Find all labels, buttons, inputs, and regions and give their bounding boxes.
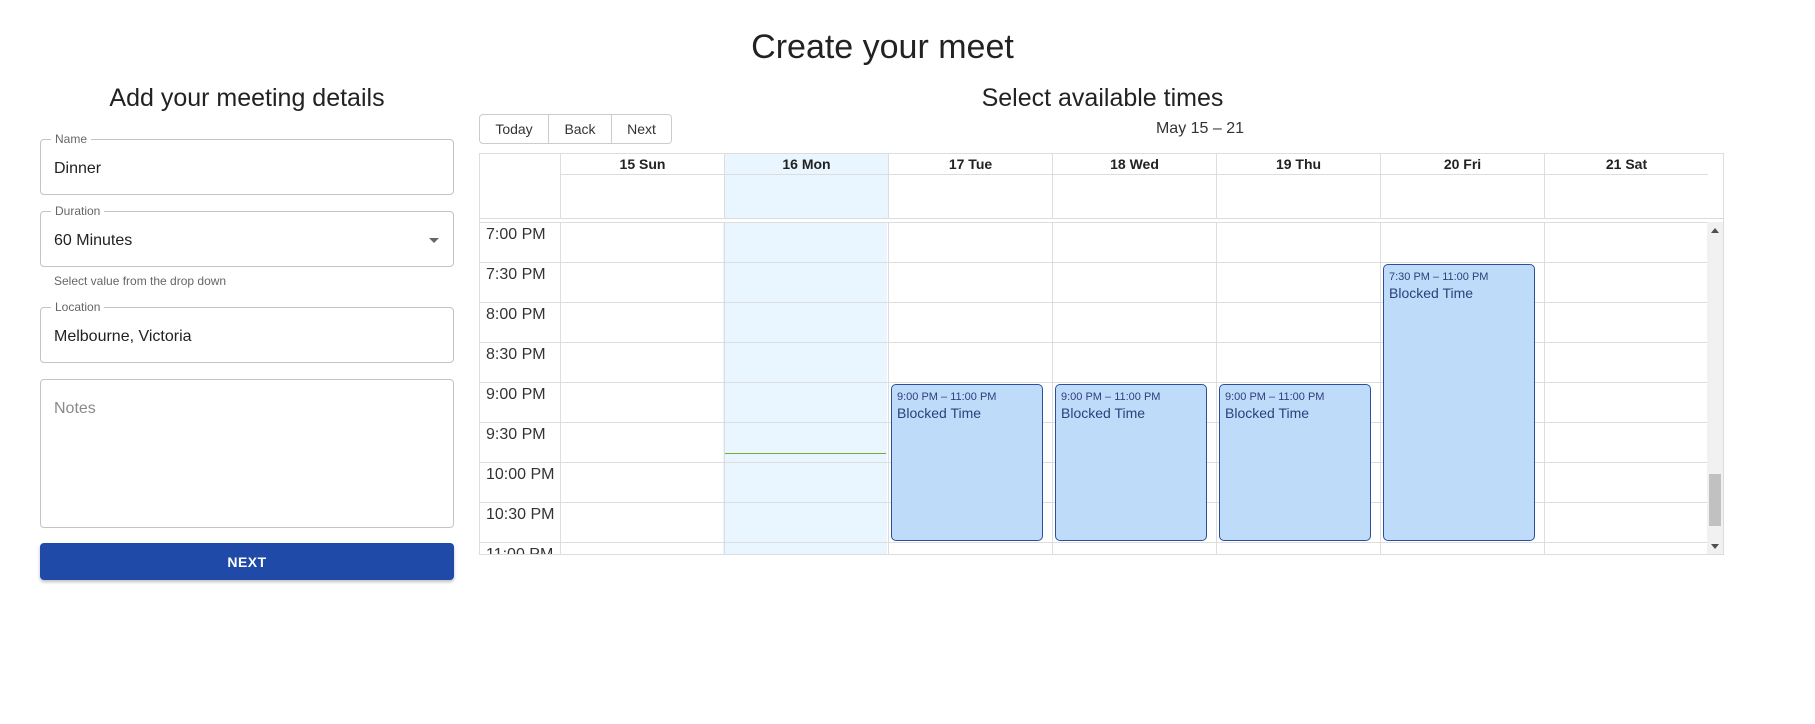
day-column-divider: [724, 222, 725, 554]
day-column-divider: [560, 222, 561, 554]
calendar-header: 15 Sun 16 Mon 17 Tue 18 Wed 19 Thu 20 Fri 21 S…: [480, 154, 1723, 219]
day-header-label: 20 Fri: [1381, 154, 1544, 175]
event-time: 7:30 PM – 11:00 PM: [1389, 271, 1489, 283]
today-button[interactable]: Today: [479, 114, 549, 144]
name-field[interactable]: Name Dinner: [40, 132, 454, 195]
day-column-divider: [1380, 222, 1381, 554]
duration-value[interactable]: 60 Minutes: [54, 232, 132, 250]
time-slot-line: [480, 542, 1707, 543]
today-column: [723, 222, 887, 554]
duration-label: Duration: [51, 204, 105, 218]
notes-placeholder: Notes: [54, 400, 96, 417]
scroll-thumb[interactable]: [1709, 474, 1721, 526]
day-header-0[interactable]: 15 Sun: [560, 154, 724, 218]
day-header-label: 21 Sat: [1545, 154, 1708, 175]
day-header-3[interactable]: 18 Wed: [1052, 154, 1216, 218]
current-time-indicator: [724, 453, 886, 454]
scroll-down-icon[interactable]: [1711, 544, 1719, 549]
blocked-time-event[interactable]: 7:30 PM – 11:00 PM Blocked Time: [1383, 264, 1535, 541]
time-label: 7:00 PM: [486, 226, 546, 243]
event-title: Blocked Time: [1061, 405, 1146, 421]
calendar-toolbar: Today Back Next: [479, 114, 672, 144]
event-time: 9:00 PM – 11:00 PM: [897, 391, 997, 403]
time-slot-line: [480, 222, 1707, 223]
location-value[interactable]: Melbourne, Victoria: [54, 328, 192, 346]
blocked-time-event[interactable]: 9:00 PM – 11:00 PM Blocked Time: [1219, 384, 1371, 541]
time-label: 9:30 PM: [486, 426, 546, 443]
day-header-label: 15 Sun: [561, 154, 724, 175]
day-column-divider: [888, 222, 889, 554]
location-field[interactable]: Location Melbourne, Victoria: [40, 300, 454, 363]
dropdown-arrow-icon[interactable]: [429, 238, 439, 243]
duration-select[interactable]: Duration 60 Minutes: [40, 204, 454, 267]
event-time: 9:00 PM – 11:00 PM: [1225, 391, 1325, 403]
day-header-label: 18 Wed: [1053, 154, 1216, 175]
time-label: 8:30 PM: [486, 346, 546, 363]
day-header-2[interactable]: 17 Tue: [888, 154, 1052, 218]
day-header-1[interactable]: 16 Mon: [724, 154, 888, 218]
event-time: 9:00 PM – 11:00 PM: [1061, 391, 1161, 403]
page-title: Create your meet: [751, 28, 1014, 66]
date-range-label: May 15 – 21: [1155, 120, 1245, 137]
time-label: 7:30 PM: [486, 266, 546, 283]
calendar-scrollbar[interactable]: [1707, 222, 1723, 554]
time-label: 10:30 PM: [486, 506, 555, 523]
day-header-label: 16 Mon: [725, 154, 888, 175]
day-column-divider: [1544, 222, 1545, 554]
blocked-time-event[interactable]: 9:00 PM – 11:00 PM Blocked Time: [1055, 384, 1207, 541]
week-calendar: 15 Sun 16 Mon 17 Tue 18 Wed 19 Thu 20 Fri 21 S…: [479, 153, 1724, 555]
time-label: 10:00 PM: [486, 466, 555, 483]
event-title: Blocked Time: [1225, 405, 1310, 421]
time-slot-line: [480, 262, 1707, 263]
next-button[interactable]: NEXT: [40, 543, 454, 580]
day-header-4[interactable]: 19 Thu: [1216, 154, 1380, 218]
location-label: Location: [51, 300, 105, 314]
calendar-body[interactable]: 7:00 PM 7:30 PM 8:00 PM 8:30 PM 9:00 PM 9:30 …: [480, 222, 1723, 555]
day-header-label: 17 Tue: [889, 154, 1052, 175]
time-label: 11:00 PM: [486, 546, 554, 555]
blocked-time-event[interactable]: 9:00 PM – 11:00 PM Blocked Time: [891, 384, 1043, 541]
next-week-button[interactable]: Next: [612, 114, 672, 144]
day-column-divider: [1216, 222, 1217, 554]
name-value[interactable]: Dinner: [54, 160, 101, 178]
name-label: Name: [51, 132, 92, 146]
time-label: 9:00 PM: [486, 386, 546, 403]
day-header-label: 19 Thu: [1217, 154, 1380, 175]
notes-field[interactable]: Notes: [40, 379, 454, 528]
form-title: Add your meeting details: [109, 84, 385, 112]
day-column-divider: [1052, 222, 1053, 554]
time-label: 8:00 PM: [486, 306, 546, 323]
day-header-6[interactable]: 21 Sat: [1544, 154, 1708, 218]
event-title: Blocked Time: [1389, 285, 1474, 301]
day-header-5[interactable]: 20 Fri: [1380, 154, 1544, 218]
calendar-title: Select available times: [981, 84, 1224, 112]
event-title: Blocked Time: [897, 405, 982, 421]
back-button[interactable]: Back: [549, 114, 612, 144]
scroll-up-icon[interactable]: [1711, 228, 1719, 233]
duration-helper-text: Select value from the drop down: [54, 274, 227, 288]
